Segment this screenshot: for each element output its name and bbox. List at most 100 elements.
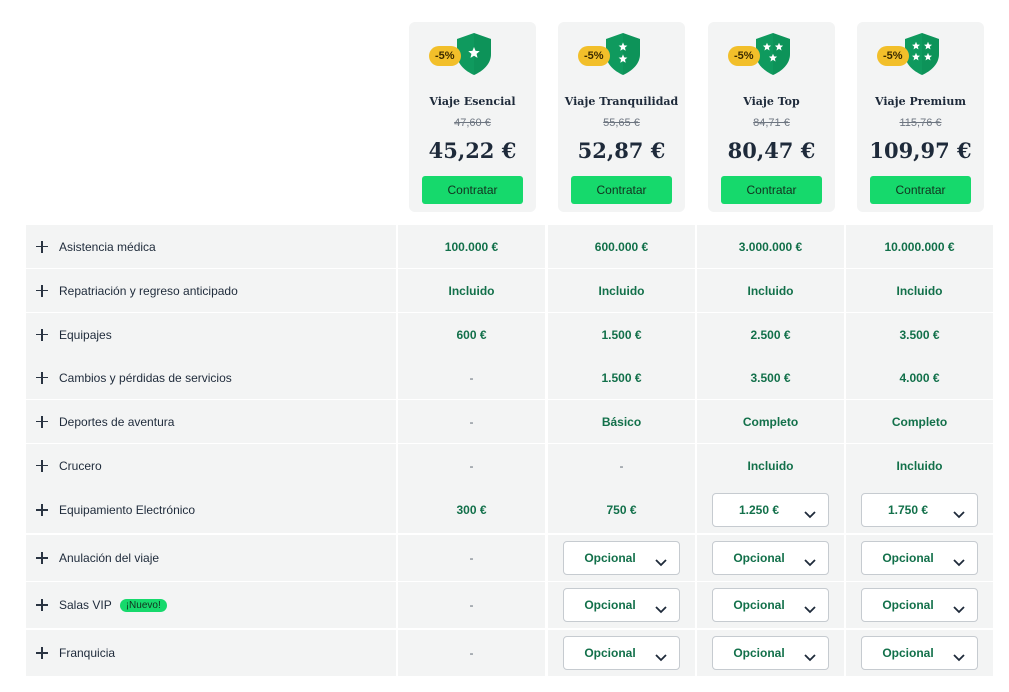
coverage-select[interactable]: Opcional <box>861 636 978 670</box>
coverage-value-cell: Opcional <box>697 630 844 676</box>
plan-price: 52,87 € <box>577 138 666 163</box>
plan-name: Viaje Premium <box>875 95 966 108</box>
contract-button[interactable]: Contratar <box>870 176 971 204</box>
coverage-select[interactable]: Opcional <box>712 588 829 622</box>
chevron-down-icon <box>655 649 667 662</box>
coverage-label-cell[interactable]: Repatriación y regreso anticipado <box>26 269 396 312</box>
contract-button[interactable]: Contratar <box>422 176 523 204</box>
coverage-row: Asistencia médica 100.000 € 600.000 € 3.000… <box>26 225 994 268</box>
coverage-value-cell: Opcional <box>846 630 993 676</box>
coverage-label-cell[interactable]: Franquicia <box>26 630 396 676</box>
shield-one-star-icon <box>455 32 493 76</box>
coverage-value: Incluido <box>598 283 645 298</box>
coverage-value: 300 € <box>456 503 487 517</box>
coverage-value-cell: - <box>398 630 545 676</box>
coverage-select[interactable]: Opcional <box>563 588 680 622</box>
not-included-dash: - <box>619 458 624 473</box>
coverage-value-cell: - <box>398 444 545 487</box>
discount-badge: -5% <box>429 46 461 66</box>
coverage-value: 10.000.000 € <box>884 239 955 254</box>
discount-badge: -5% <box>578 46 610 66</box>
coverage-label: Repatriación y regreso anticipado <box>59 284 238 298</box>
coverage-label: Equipamiento Electrónico <box>59 503 195 517</box>
coverage-value-cell: 1.500 € <box>548 356 695 399</box>
shield-four-stars-icon <box>903 32 941 76</box>
coverage-value-cell: - <box>398 535 545 581</box>
coverage-label-cell[interactable]: Cambios y pérdidas de servicios <box>26 356 396 399</box>
coverage-value-cell: 3.500 € <box>846 313 993 356</box>
select-value: Opcional <box>882 646 934 660</box>
coverage-label-text: Equipamiento Electrónico <box>59 503 196 517</box>
coverage-label-text: Equipajes <box>59 327 112 342</box>
chevron-down-icon <box>804 554 816 567</box>
coverage-label-cell[interactable]: Deportes de aventura <box>26 400 396 443</box>
not-included-dash: - <box>469 458 474 473</box>
coverage-value-cell: - <box>398 582 545 628</box>
new-badge: ¡Nuevo! <box>119 599 167 612</box>
coverage-label-cell[interactable]: Equipamiento Electrónico <box>26 487 396 533</box>
coverage-select[interactable]: 1.750 € <box>861 493 978 527</box>
coverage-label-text: Anulación del viaje <box>59 551 160 565</box>
contract-button[interactable]: Contratar <box>721 176 822 204</box>
coverage-label: Equipajes <box>59 328 112 342</box>
expand-plus-icon[interactable] <box>36 415 48 428</box>
coverage-select[interactable]: Opcional <box>712 541 829 575</box>
old-price: 115,76 € <box>899 117 942 129</box>
coverage-label-cell[interactable]: Crucero <box>26 444 396 487</box>
select-value: Opcional <box>584 598 636 612</box>
coverage-value: 3.500 € <box>750 370 791 385</box>
not-included-dash: - <box>469 551 474 565</box>
coverage-select[interactable]: Opcional <box>563 636 680 670</box>
select-value: Opcional <box>584 551 636 565</box>
coverage-value-cell: 100.000 € <box>398 225 545 268</box>
plan-card: -5% Viaje Tranquilidad 55,65 € 52,87 € Contr… <box>558 22 685 212</box>
coverage-select[interactable]: Opcional <box>712 636 829 670</box>
select-value: Opcional <box>882 551 934 565</box>
coverage-label-text: Asistencia médica <box>59 239 156 254</box>
coverage-label-text: Repatriación y regreso anticipado <box>59 283 238 298</box>
coverage-label-text: Cambios y pérdidas de servicios <box>59 370 232 385</box>
select-value: Opcional <box>733 551 785 565</box>
expand-plus-icon[interactable] <box>36 240 48 253</box>
contract-button[interactable]: Contratar <box>571 176 672 204</box>
shield-three-stars-icon <box>754 32 792 76</box>
plan-card: -5% Viaje Top 84,71 € 80,47 € Contratar <box>708 22 835 212</box>
expand-plus-icon[interactable] <box>36 504 48 516</box>
chevron-down-icon <box>804 601 816 614</box>
coverage-label-text: Franquicia <box>59 646 116 660</box>
coverage-label-cell[interactable]: Asistencia médica <box>26 225 396 268</box>
coverage-select[interactable]: Opcional <box>563 541 680 575</box>
coverage-value-cell: 3.500 € <box>697 356 844 399</box>
chevron-down-icon <box>804 506 816 519</box>
expand-plus-icon[interactable] <box>36 552 48 564</box>
select-value: Opcional <box>584 646 636 660</box>
plan-badge-group: -5% <box>877 32 967 78</box>
coverage-label-cell[interactable]: Anulación del viaje <box>26 535 396 581</box>
expand-plus-icon[interactable] <box>36 371 48 384</box>
chevron-down-icon <box>953 649 965 662</box>
coverage-select[interactable]: 1.250 € <box>712 493 829 527</box>
coverage-row: Anulación del viaje - Opcional Opcional Opci… <box>26 535 994 581</box>
select-value: 1.250 € <box>738 503 780 517</box>
coverage-value: 3.500 € <box>899 327 940 342</box>
coverage-value-cell: - <box>548 444 695 487</box>
coverage-label: Deportes de aventura <box>59 415 174 429</box>
coverage-value-cell: Incluido <box>846 444 993 487</box>
coverage-value-cell: 600 € <box>398 313 545 356</box>
expand-plus-icon[interactable] <box>36 647 48 659</box>
expand-plus-icon[interactable] <box>36 459 48 472</box>
expand-plus-icon[interactable] <box>36 328 48 341</box>
coverage-label-cell[interactable]: Equipajes <box>26 313 396 356</box>
select-value: Opcional <box>733 598 785 612</box>
coverage-value-cell: 300 € <box>398 487 545 533</box>
coverage-label-cell[interactable]: Salas VIP ¡Nuevo! <box>26 582 396 628</box>
coverage-row: Crucero - - Incluido Incluido <box>26 444 994 487</box>
coverage-select[interactable]: Opcional <box>861 588 978 622</box>
discount-badge: -5% <box>728 46 760 66</box>
coverage-value: 3.000.000 € <box>738 239 803 254</box>
expand-plus-icon[interactable] <box>36 599 48 611</box>
coverage-value: Incluido <box>896 458 943 473</box>
coverage-select[interactable]: Opcional <box>861 541 978 575</box>
expand-plus-icon[interactable] <box>36 284 48 297</box>
coverage-value: 600.000 € <box>594 239 649 254</box>
